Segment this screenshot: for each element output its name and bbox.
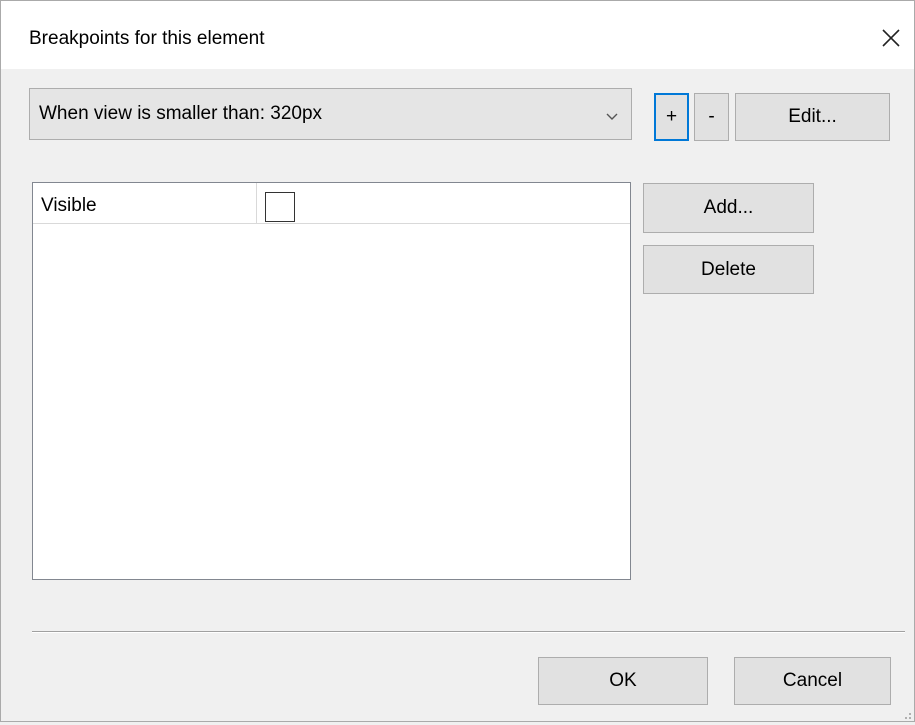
footer-separator: [32, 631, 905, 633]
chevron-down-icon: [605, 109, 619, 123]
breakpoints-dialog: Breakpoints for this element When view i…: [0, 0, 915, 722]
close-button[interactable]: [870, 19, 912, 57]
cancel-button[interactable]: Cancel: [734, 657, 891, 705]
remove-breakpoint-button[interactable]: -: [694, 93, 729, 141]
close-icon: [881, 28, 901, 48]
add-property-button[interactable]: Add...: [643, 183, 814, 233]
breakpoint-select[interactable]: When view is smaller than: 320px: [29, 88, 632, 140]
visible-checkbox[interactable]: [265, 192, 295, 222]
dialog-title: Breakpoints for this element: [29, 28, 265, 49]
column-divider: [256, 183, 257, 223]
title-bar: Breakpoints for this element: [1, 1, 914, 69]
resize-grip-icon[interactable]: [900, 707, 912, 719]
ok-button[interactable]: OK: [538, 657, 708, 705]
breakpoint-select-value: When view is smaller than: 320px: [39, 103, 323, 124]
add-breakpoint-button[interactable]: +: [654, 93, 689, 141]
delete-property-button[interactable]: Delete: [643, 245, 814, 294]
properties-list[interactable]: Visible: [32, 182, 631, 580]
list-item[interactable]: Visible: [33, 183, 630, 224]
edit-breakpoint-button[interactable]: Edit...: [735, 93, 890, 141]
property-name: Visible: [41, 195, 97, 216]
